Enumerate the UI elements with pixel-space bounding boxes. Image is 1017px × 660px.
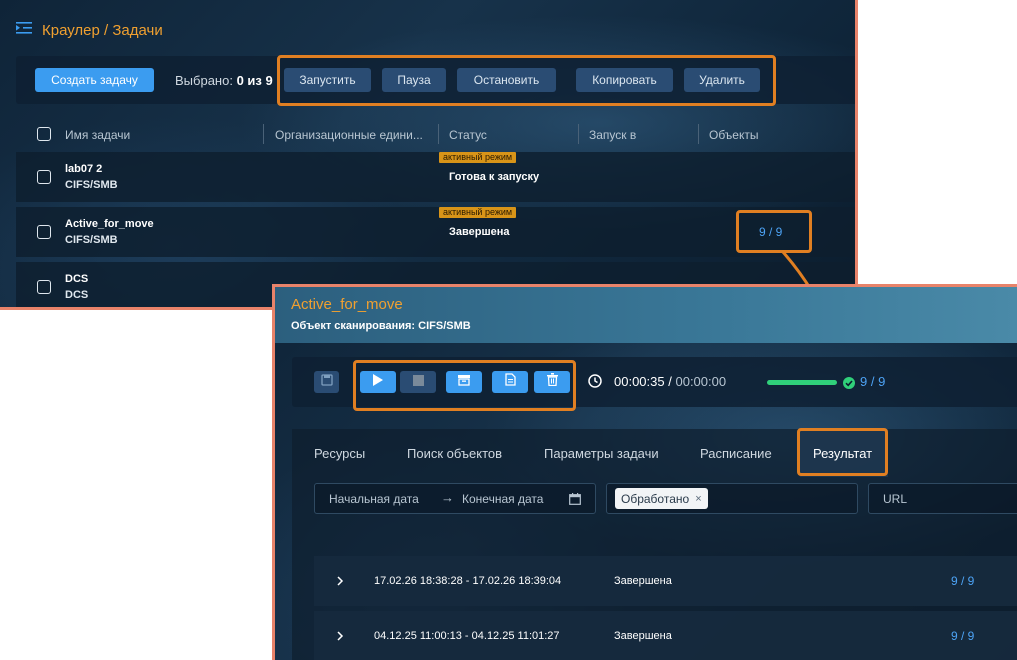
result-tab-highlight (797, 428, 888, 476)
run-status: Завершена (614, 630, 672, 642)
chevron-right-icon[interactable] (336, 573, 344, 591)
table-row[interactable]: Active_for_move CIFS/SMB активный режим … (16, 207, 855, 257)
close-icon[interactable]: × (695, 493, 701, 505)
col-header-start-at[interactable]: Запуск в (589, 128, 636, 142)
task-status: Завершена (449, 226, 510, 238)
run-objects-count: 9 / 9 (951, 629, 975, 643)
calendar-icon[interactable] (569, 492, 581, 510)
end-date-placeholder[interactable]: Конечная дата (462, 492, 543, 506)
url-placeholder[interactable]: URL (883, 492, 907, 506)
run-objects-count: 9 / 9 (951, 574, 975, 588)
status-chip[interactable]: Обработано × (615, 488, 708, 509)
selected-value: 0 из 9 (236, 73, 273, 88)
selected-label: Выбрано: (175, 73, 233, 88)
col-header-org-units[interactable]: Организационные едини... (275, 128, 423, 142)
mode-badge: активный режим (439, 207, 517, 218)
save-button[interactable] (314, 371, 339, 393)
task-type: DCS (65, 289, 89, 301)
timer-total: 00:00:00 (675, 374, 727, 389)
list-item[interactable]: 04.12.25 11:00:13 - 04.12.25 11:01:27 За… (314, 611, 1017, 660)
select-all-checkbox[interactable] (37, 127, 51, 141)
table-row[interactable]: lab07 2 CIFS/SMB активный режим Готова к… (16, 152, 855, 202)
objects-count: 9 / 9 (860, 374, 886, 389)
task-name[interactable]: DCS (65, 273, 88, 285)
detail-header: Active_for_move Объект сканирования: CIF… (275, 287, 1017, 343)
run-status: Завершена (614, 575, 672, 587)
url-filter[interactable]: URL (868, 483, 1017, 514)
save-icon (320, 373, 333, 391)
task-type: CIFS/SMB (65, 179, 118, 191)
breadcrumb: Краулер / Задачи (16, 21, 163, 40)
row-checkbox[interactable] (37, 170, 51, 184)
row-checkbox[interactable] (37, 280, 51, 294)
task-detail-panel: Active_for_move Объект сканирования: CIF… (272, 284, 1017, 660)
run-time-range: 04.12.25 11:00:13 - 04.12.25 11:01:27 (374, 630, 560, 642)
task-type: CIFS/SMB (65, 234, 118, 246)
menu-collapse-icon[interactable] (16, 21, 32, 40)
controls-highlight (353, 360, 576, 411)
run-time-range: 17.02.26 18:38:28 - 17.02.26 18:39:04 (374, 575, 562, 587)
status-filter[interactable]: Обработано × (606, 483, 858, 514)
col-separator (263, 124, 264, 144)
arrow-right-icon: → (441, 490, 454, 505)
task-status: Готова к запуску (449, 171, 540, 183)
selected-count: Выбрано: 0 из 9 (175, 73, 273, 88)
col-header-status[interactable]: Статус (449, 128, 487, 142)
task-name[interactable]: Active_for_move (65, 218, 154, 230)
create-task-button[interactable]: Создать задачу (35, 68, 154, 92)
tab-object-search[interactable]: Поиск объектов (407, 446, 502, 461)
mode-badge: активный режим (439, 152, 517, 163)
tab-resources[interactable]: Ресурсы (314, 446, 365, 461)
timer-separator: / (668, 374, 672, 389)
timer-elapsed: 00:00:35 (614, 374, 665, 389)
date-range-picker[interactable]: Начальная дата → Конечная дата (314, 483, 596, 514)
detail-title: Active_for_move (291, 296, 403, 313)
col-header-name[interactable]: Имя задачи (65, 128, 130, 142)
list-item[interactable]: 17.02.26 18:38:28 - 17.02.26 18:39:04 За… (314, 556, 1017, 606)
progress-bar (767, 380, 837, 385)
chevron-right-icon[interactable] (336, 628, 344, 646)
col-header-objects[interactable]: Объекты (709, 128, 759, 142)
objects-highlight (736, 210, 812, 253)
start-date-placeholder[interactable]: Начальная дата (329, 492, 419, 506)
tab-task-parameters[interactable]: Параметры задачи (544, 446, 659, 461)
check-circle-icon (843, 376, 855, 394)
detail-subtitle: Объект сканирования: CIFS/SMB (291, 320, 471, 332)
tasks-list-panel: Краулер / Задачи Создать задачу Выбрано:… (0, 0, 858, 310)
row-checkbox[interactable] (37, 225, 51, 239)
col-separator (438, 124, 439, 144)
clock-icon (588, 374, 602, 393)
task-name[interactable]: lab07 2 (65, 163, 102, 175)
tabs-container: Ресурсы Поиск объектов Параметры задачи … (292, 428, 1017, 660)
col-separator (578, 124, 579, 144)
tab-schedule[interactable]: Расписание (700, 446, 772, 461)
col-separator (698, 124, 699, 144)
breadcrumb-text[interactable]: Краулер / Задачи (42, 22, 163, 39)
timer: 00:00:35 / 00:00:00 (614, 374, 726, 389)
status-chip-label: Обработано (621, 491, 690, 506)
actions-highlight (277, 55, 776, 106)
